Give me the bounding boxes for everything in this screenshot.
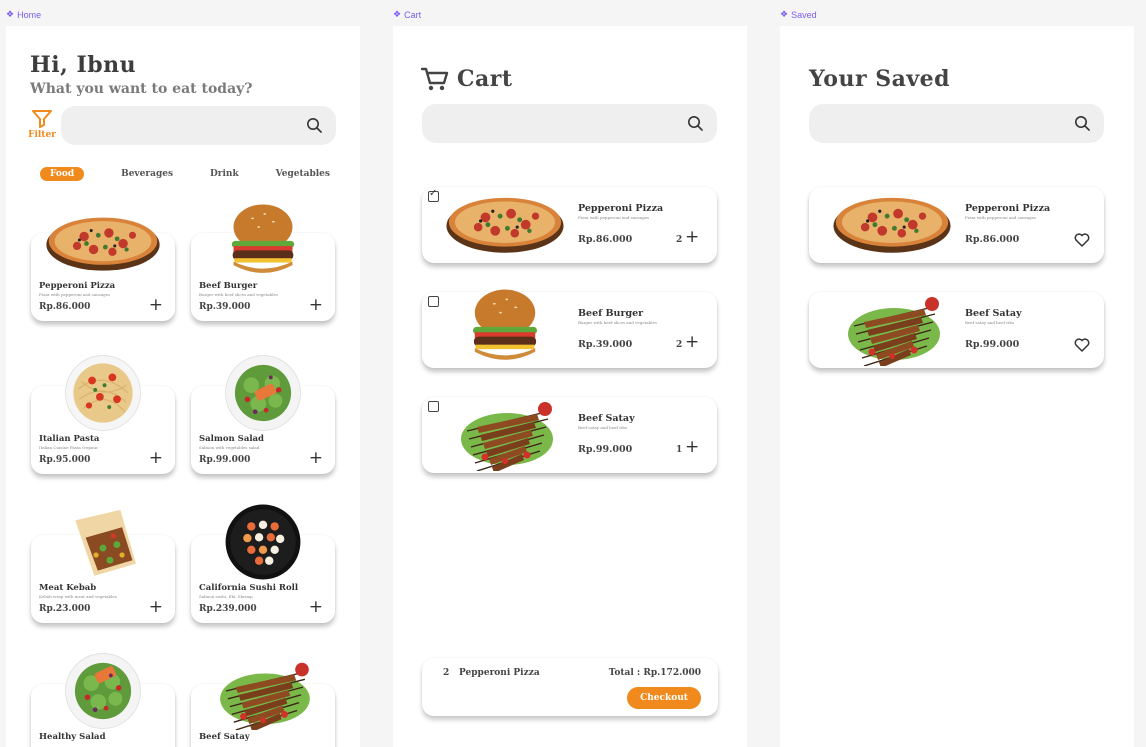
home-screen: Hi, Ibnu What you want to eat today? Fil… <box>6 26 360 747</box>
filter-label: Filter <box>28 130 56 140</box>
product-price: Rp.39.000 <box>578 339 633 350</box>
item-quantity: 2 <box>676 235 683 245</box>
cart-item-beef-burger[interactable]: Beef Burger Burger with beef slices and v… <box>422 289 717 368</box>
cart-screen: Cart Pepperoni Pizza Pizza with pepperoni… <box>393 26 747 747</box>
product-price: Rp.99.000 <box>578 444 633 455</box>
search-input[interactable] <box>422 104 717 143</box>
product-name: Beef Satay <box>578 413 635 424</box>
filter-button[interactable]: Filter <box>28 110 56 140</box>
product-description: Italian Cuisine Pasta Organic <box>39 445 99 450</box>
greeting: Hi, Ibnu <box>30 52 137 78</box>
select-checkbox[interactable] <box>428 401 439 412</box>
product-image-burger <box>204 201 322 283</box>
product-price: Rp.95.000 <box>39 455 91 465</box>
product-image-salmon-salad <box>204 354 322 436</box>
greeting-subtitle: What you want to eat today? <box>30 81 253 97</box>
product-price: Rp.99.000 <box>965 339 1020 350</box>
select-checkbox[interactable] <box>428 296 439 307</box>
search-icon <box>1075 116 1090 131</box>
tab-drink[interactable]: Drink <box>210 169 239 179</box>
increase-quantity-icon[interactable]: + <box>685 439 699 456</box>
cart-item-pepperoni-pizza[interactable]: Pepperoni Pizza Pizza with pepperoni and … <box>422 187 717 263</box>
item-quantity: 1 <box>676 445 683 455</box>
product-price: Rp.23.000 <box>39 604 91 614</box>
product-image-satay <box>444 391 566 475</box>
saved-screen: Your Saved Pepperoni Pizza Pizza with pep… <box>780 26 1134 747</box>
heart-icon[interactable] <box>1074 338 1090 352</box>
add-to-cart-icon[interactable]: + <box>149 599 163 616</box>
product-image-satay <box>831 286 953 370</box>
summary-qty: 2 <box>443 668 450 678</box>
product-image-burger <box>444 286 566 370</box>
item-quantity: 2 <box>676 340 683 350</box>
select-checkbox[interactable]: ✓ <box>428 188 439 202</box>
checkout-button[interactable]: Checkout <box>627 687 701 709</box>
search-icon <box>688 116 703 131</box>
product-price: Rp.86.000 <box>965 234 1020 245</box>
product-price: Rp.99.000 <box>199 455 251 465</box>
product-image-kebab <box>44 503 162 585</box>
add-to-cart-icon[interactable]: + <box>309 450 323 467</box>
product-name: Pepperoni Pizza <box>578 203 664 214</box>
product-image-pizza <box>44 201 162 283</box>
product-description: Salmon sushi, Ebi, Shrimp <box>199 594 253 599</box>
frame-label-saved: ❖ Saved <box>780 9 817 20</box>
frame-label-cart: ❖ Cart <box>393 9 422 20</box>
product-name: Beef Burger <box>578 308 644 319</box>
product-image-pizza <box>444 181 566 265</box>
product-description: Beef satay and beef ribs <box>578 425 628 430</box>
cart-item-beef-satay[interactable]: Beef Satay Beef satay and beef ribs Rp.99.… <box>422 397 717 473</box>
add-to-cart-icon[interactable]: + <box>309 599 323 616</box>
product-description: Burger with beef slices and vegetables <box>578 320 657 325</box>
search-input[interactable] <box>61 106 336 145</box>
product-price: Rp.86.000 <box>578 234 633 245</box>
frame-label-home: ❖ Home <box>6 9 42 20</box>
filter-icon <box>32 110 52 128</box>
product-price: Rp.86.000 <box>39 302 91 312</box>
tab-beverages[interactable]: Beverages <box>121 169 173 179</box>
cart-icon <box>421 67 449 91</box>
product-image-healthy-salad <box>44 652 162 734</box>
increase-quantity-icon[interactable]: + <box>685 229 699 246</box>
product-name: Beef Satay <box>965 308 1022 319</box>
product-price: Rp.239.000 <box>199 604 257 614</box>
search-icon <box>307 118 322 133</box>
heart-icon[interactable] <box>1074 233 1090 247</box>
add-to-cart-icon[interactable]: + <box>149 450 163 467</box>
search-input[interactable] <box>809 104 1104 143</box>
product-description: Pizza with pepperoni and sausages <box>39 292 111 297</box>
product-name: Pepperoni Pizza <box>965 203 1051 214</box>
page-title: Cart <box>457 66 513 92</box>
saved-item-beef-satay[interactable]: Beef Satay Beef satay and beef ribs Rp.99.… <box>809 292 1104 368</box>
product-description: Salmon with vegetables salad <box>199 445 260 450</box>
check-icon: ✓ <box>429 188 438 199</box>
product-description: Beef satay and beef ribs <box>965 320 1015 325</box>
product-image-pasta <box>44 354 162 436</box>
page-title: Your Saved <box>809 66 951 92</box>
saved-item-pepperoni-pizza[interactable]: Pepperoni Pizza Pizza with pepperoni and … <box>809 187 1104 263</box>
checkout-summary: 2 Pepperoni Pizza Total : Rp.172.000 Che… <box>422 658 718 716</box>
product-description: Burger with beef slices and vegetables <box>199 292 278 297</box>
add-to-cart-icon[interactable]: + <box>309 297 323 314</box>
product-description: Kebab wrap with meat and vegetables <box>39 594 117 599</box>
product-image-sushi <box>204 503 322 585</box>
tab-food[interactable]: Food <box>40 167 85 181</box>
increase-quantity-icon[interactable]: + <box>685 334 699 351</box>
product-image-satay <box>204 652 322 734</box>
product-description: Pizza with pepperoni and sausages <box>578 215 650 220</box>
product-price: Rp.39.000 <box>199 302 251 312</box>
category-tabs: Food Beverages Drink Vegetables <box>40 167 330 181</box>
product-description: Pizza with pepperoni and sausages <box>965 215 1037 220</box>
tab-vegetables[interactable]: Vegetables <box>276 169 330 179</box>
summary-item-name: Pepperoni Pizza <box>459 668 540 678</box>
summary-total: Total : Rp.172.000 <box>608 668 701 678</box>
add-to-cart-icon[interactable]: + <box>149 297 163 314</box>
product-image-pizza <box>831 181 953 265</box>
